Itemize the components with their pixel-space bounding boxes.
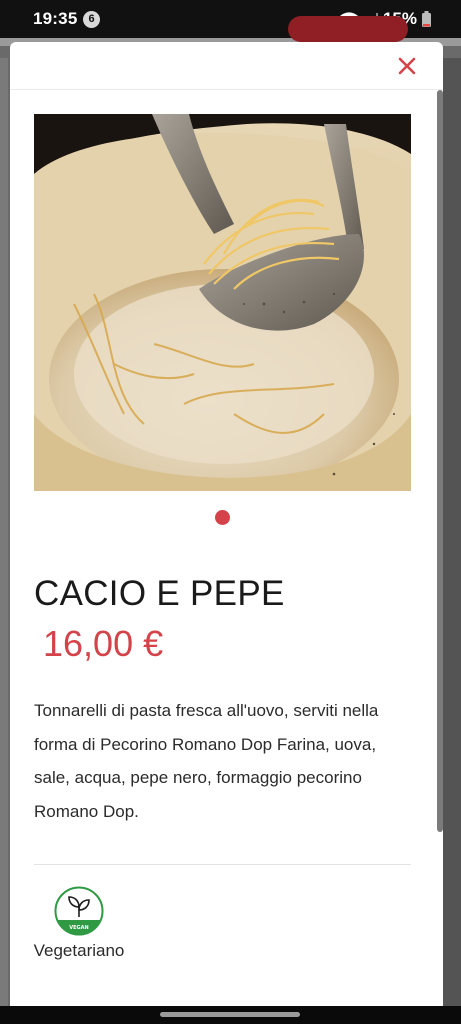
- product-image[interactable]: [34, 114, 411, 491]
- product-modal: CACIO E PEPE 16,00 € Tonnarelli di pasta…: [10, 42, 443, 1006]
- background-edge-right: [443, 58, 461, 1024]
- dish-price: 16,00 €: [43, 623, 164, 664]
- vegan-icon-text: VEGAN: [69, 925, 88, 931]
- dietary-tag-vegetarian: VEGAN Vegetariano: [24, 886, 134, 961]
- background-button: [288, 16, 408, 42]
- vegan-leaf-icon: VEGAN: [54, 886, 104, 936]
- modal-header: [10, 42, 443, 90]
- carousel-dot-active[interactable]: [215, 510, 230, 525]
- dish-title: CACIO E PEPE: [34, 574, 285, 613]
- screen: 19:35 6 15%: [0, 0, 461, 1024]
- close-icon[interactable]: [397, 56, 417, 76]
- divider: [34, 864, 411, 865]
- background-edge-left: [0, 58, 8, 1024]
- notification-count-badge: 6: [83, 11, 100, 28]
- home-gesture-handle[interactable]: [160, 1012, 300, 1017]
- status-time: 19:35: [33, 9, 78, 28]
- navigation-bar: [0, 1006, 461, 1024]
- modal-scrollbar[interactable]: [437, 90, 443, 832]
- dish-description: Tonnarelli di pasta fresca all'uovo, ser…: [34, 701, 379, 821]
- battery-icon: [422, 11, 431, 27]
- dietary-tag-label: Vegetariano: [33, 941, 125, 960]
